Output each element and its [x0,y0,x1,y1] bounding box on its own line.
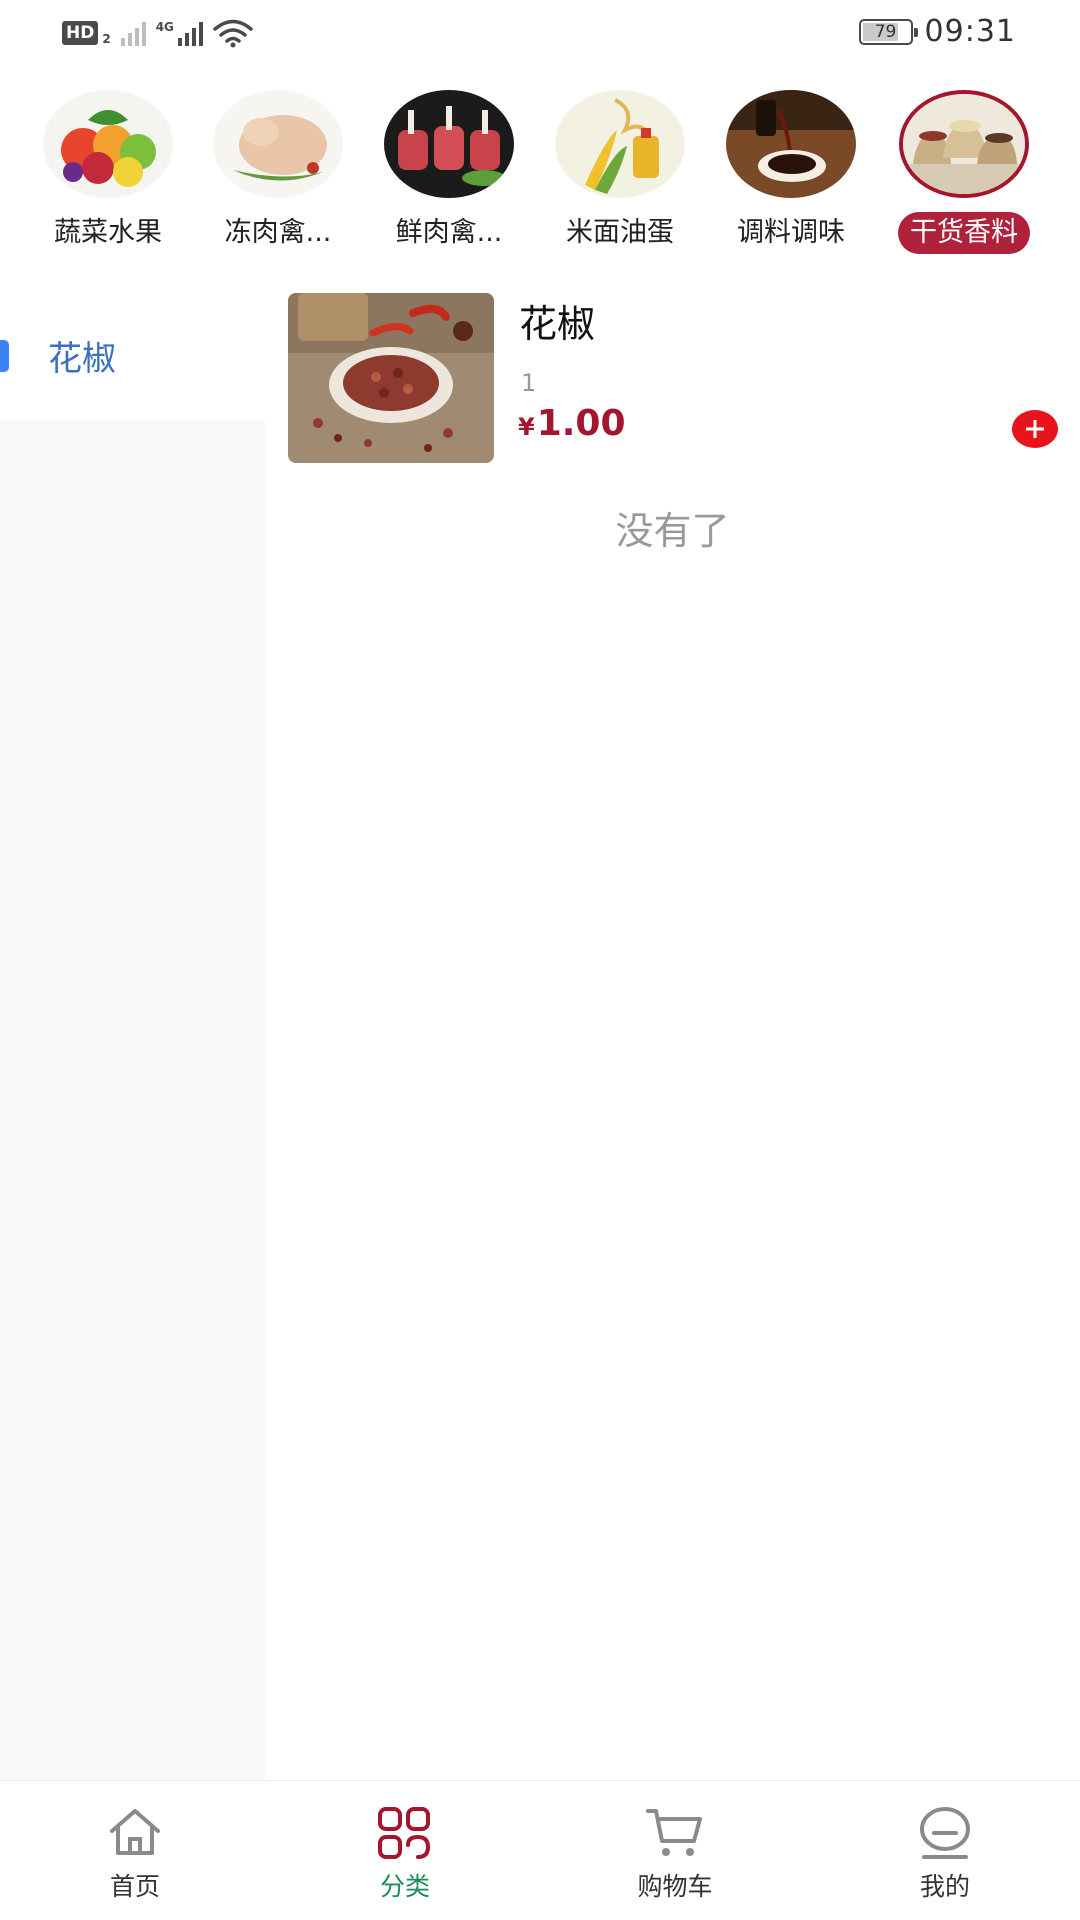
network-type: 4G [155,20,174,34]
category-label: 蔬菜水果 [54,217,162,248]
category-label: 米面油蛋 [566,217,674,248]
dry-goods-image [899,90,1029,198]
tab-profile[interactable]: 我的 [810,1781,1080,1920]
product-card[interactable]: 花椒 1 ¥ 1.00 [288,293,1058,463]
battery-percent: 79 [874,21,897,42]
category-label: 鲜肉禽... [395,217,503,248]
tab-cart[interactable]: 购物车 [540,1781,810,1920]
hd-icon: HD [62,21,99,45]
tab-label: 我的 [919,1872,970,1901]
status-time: 09:31 [924,14,1016,49]
category-label: 冻肉禽... [224,217,332,248]
tab-label: 首页 [109,1872,160,1901]
sim-number: 2 [102,32,111,46]
category-item-frozen-poultry[interactable]: 冻肉禽... [198,90,358,254]
bottom-tab-bar: 首页 分类 购物车 我的 [0,1780,1080,1920]
home-icon [110,1809,160,1855]
category-label: 干货香料 [898,212,1030,254]
category-strip[interactable]: 蔬菜水果 冻肉禽... 鲜肉禽... 米面油蛋 调料调味 干货香料 [0,90,1080,270]
category-item-fresh-meat[interactable]: 鲜肉禽... [369,90,529,254]
sidebar-item-sichuan-pepper[interactable]: 花椒 [0,290,265,420]
status-icons-right: 79 09:31 [858,14,1016,49]
category-icon [378,1807,431,1859]
product-price: ¥ 1.00 [518,403,626,444]
category-item-sauce[interactable]: 调料调味 [711,90,871,254]
sichuan-pepper-image[interactable] [288,293,494,463]
list-end-text: 没有了 [615,509,730,553]
plus-icon [1026,420,1044,438]
active-indicator [0,340,9,372]
rice-oil-image [555,90,685,198]
wifi-icon [213,19,253,48]
sidebar-item-label: 花椒 [48,338,116,379]
profile-icon [920,1807,970,1859]
add-to-cart-button[interactable] [1012,410,1058,448]
category-item-rice-oil[interactable]: 米面油蛋 [540,90,700,254]
product-subtitle: 1 [521,369,537,397]
vegetables-fruit-image [43,90,173,198]
cart-icon [646,1809,702,1856]
category-item-vegetables-fruit[interactable]: 蔬菜水果 [28,90,188,254]
tab-category[interactable]: 分类 [270,1781,540,1920]
status-icons-left: HD 2 4G [62,18,253,48]
sub-category-sidebar: 花椒 [0,290,265,1780]
currency-symbol: ¥ [518,413,535,441]
sauce-image [726,90,856,198]
signal-icon [177,20,203,46]
tab-home[interactable]: 首页 [0,1781,270,1920]
tab-label: 分类 [379,1872,430,1901]
battery-icon: 79 [858,18,918,45]
category-item-dry-goods[interactable]: 干货香料 [884,90,1044,254]
signal-icon [120,20,146,46]
category-label: 调料调味 [737,217,845,248]
frozen-poultry-image [213,90,343,198]
fresh-meat-image [384,90,514,198]
product-name: 花椒 [519,302,596,346]
tab-label: 购物车 [637,1872,713,1901]
status-bar: HD 2 4G 79 09:31 [0,0,1080,66]
price-amount: 1.00 [536,403,626,444]
